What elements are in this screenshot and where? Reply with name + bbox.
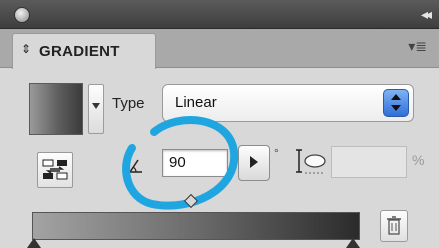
aspect-ratio-icon (296, 149, 326, 174)
gradient-slider-bar[interactable] (32, 212, 360, 240)
panel-title-bar[interactable]: ◂◂ (0, 0, 439, 29)
arrow-up-icon (391, 94, 401, 100)
tab-gradient-label: GRADIENT (39, 43, 120, 60)
reverse-gradient-icon (42, 159, 68, 180)
gradient-stop-right[interactable] (346, 238, 360, 248)
tab-expand-arrows-icon[interactable]: ⇕ (21, 42, 31, 56)
chevron-right-icon (250, 156, 258, 168)
chevron-down-icon (92, 103, 100, 109)
angle-value: 90 (169, 154, 186, 171)
tab-gradient[interactable]: ⇕ GRADIENT (12, 33, 156, 69)
degree-unit: ° (274, 146, 279, 160)
trash-icon (387, 216, 401, 235)
close-panel-button[interactable] (14, 7, 30, 23)
gradient-preview-swatch[interactable] (29, 83, 83, 135)
collapse-panel-icon[interactable]: ◂◂ (421, 6, 432, 23)
gradient-type-select[interactable]: Linear (162, 84, 414, 122)
reverse-gradient-button[interactable] (37, 152, 73, 188)
angle-input[interactable]: 90 (162, 149, 228, 177)
percent-unit: % (412, 152, 425, 168)
type-label: Type (112, 95, 145, 112)
gradient-stop-left[interactable] (27, 238, 41, 248)
gradient-midpoint-handle[interactable] (183, 193, 199, 209)
panel-tab-strip: ⇕ GRADIENT ▾≣ (0, 29, 439, 69)
arrow-down-icon (391, 105, 401, 111)
panel-menu-icon[interactable]: ▾≣ (408, 38, 427, 55)
gradient-panel: ◂◂ ⇕ GRADIENT ▾≣ Type Linear 90 ° % (0, 0, 439, 248)
angle-dropdown-button[interactable] (238, 145, 270, 181)
aspect-ratio-input[interactable] (331, 146, 407, 178)
gradient-swatch-dropdown-button[interactable] (88, 84, 104, 134)
gradient-type-value: Linear (175, 94, 217, 111)
angle-icon (129, 159, 142, 173)
select-stepper-icon[interactable] (383, 89, 409, 117)
delete-stop-button[interactable] (380, 210, 408, 242)
